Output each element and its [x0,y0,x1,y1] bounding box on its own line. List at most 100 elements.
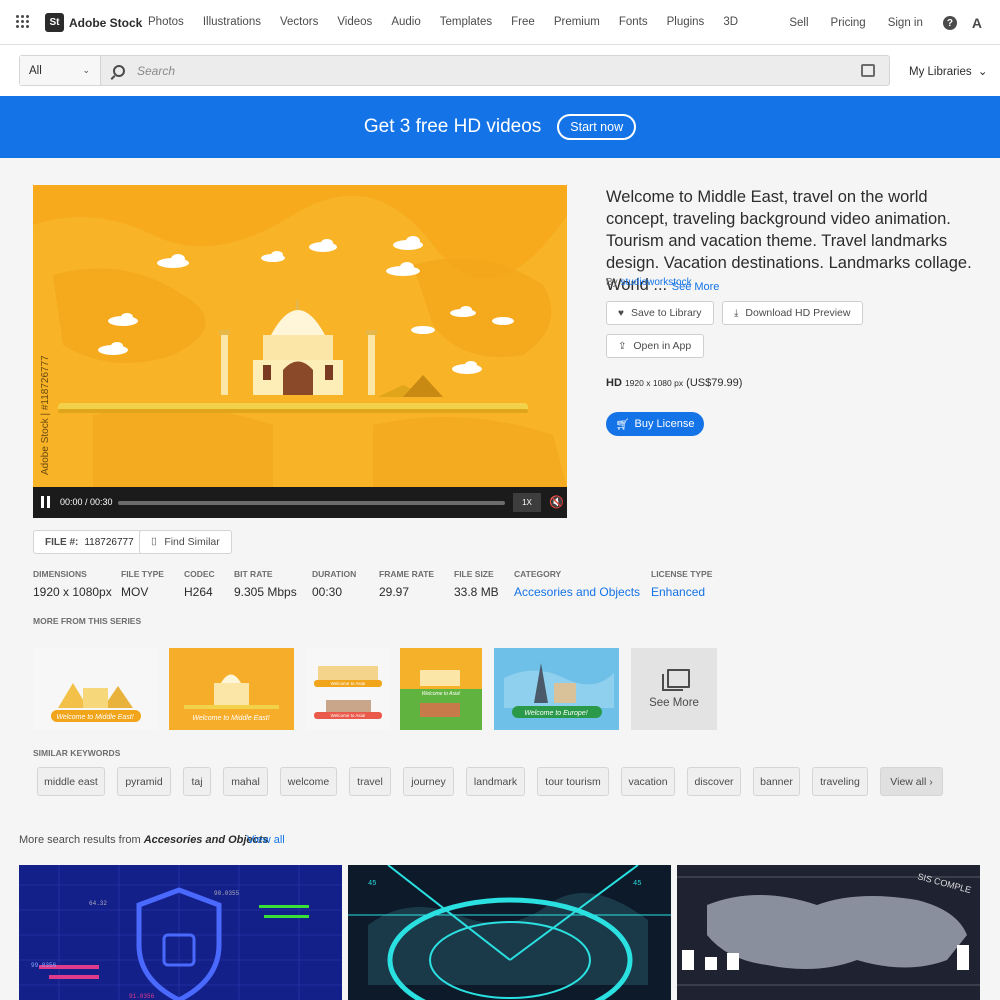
thumb-caption: Welcome to Asia! [422,691,461,697]
series-thumb[interactable]: Welcome to Asia! Welcome to Asia! [306,648,389,730]
visual-search-icon[interactable] [861,64,875,77]
by-label: By [606,277,618,288]
search-input[interactable]: Search [101,56,889,85]
category-link[interactable]: Accesories and Objects [514,585,640,599]
nav-link-videos[interactable]: Videos [337,16,372,28]
search-icon [113,64,125,77]
heart-icon: ♥ [618,307,624,319]
keyword-chip[interactable]: traveling [812,767,868,796]
keyword-chip[interactable]: pyramid [117,767,171,796]
meta-key: FRAME RATE [379,569,435,579]
meta-value: H264 [184,585,213,599]
meta-value: 29.97 [379,585,410,599]
meta-key: FILE TYPE [121,569,164,579]
video-time: 00:00 / 00:30 [60,497,113,507]
pricing-link[interactable]: Pricing [831,17,866,29]
author-link[interactable]: studioworkstock [620,277,691,288]
stack-icon [662,669,690,691]
meta-category: CATEGORY Accesories and Objects [514,569,640,599]
series-label: MORE FROM THIS SERIES [33,616,142,626]
nav-right: Sell Pricing Sign in ? A [767,15,982,31]
result-thumb[interactable]: SIS COMPLE [677,865,980,1000]
keyword-chip[interactable]: landmark [466,767,525,796]
open-in-app-label: Open in App [633,340,692,352]
adobe-logo-icon[interactable]: A [972,15,982,31]
cart-icon: 🛒︎ [615,418,630,431]
meta-key: CATEGORY [514,569,562,579]
meta-key: BIT RATE [234,569,273,579]
nav-link-photos[interactable]: Photos [148,16,184,28]
meta-value: 00:30 [312,585,343,599]
video-progress-bar[interactable] [118,501,505,505]
download-icon: ⤓ [734,307,739,319]
keyword-chip[interactable]: middle east [37,767,105,796]
adobe-stock-logo[interactable]: St Adobe Stock [45,13,142,32]
result-thumb[interactable]: 45 45 [348,865,671,1000]
nav-link-audio[interactable]: Audio [391,16,420,28]
keyword-chip[interactable]: travel [349,767,391,796]
search-box: All ⌄ Search [19,55,890,86]
open-in-app-button[interactable]: ⇪ Open in App [606,334,704,358]
meta-bit-rate: BIT RATE 9.305 Mbps [234,569,297,599]
my-libraries-label: My Libraries [909,66,972,78]
mute-icon[interactable]: 🔇 [549,495,564,509]
save-to-library-button[interactable]: ♥ Save to Library [606,301,714,325]
hd-price: (US$79.99) [686,377,743,389]
nav-link-illustrations[interactable]: Illustrations [203,16,261,28]
keyword-chip[interactable]: mahal [223,767,268,796]
result-thumb[interactable]: 64.32 90.0355 99.0356 91.0356 [19,865,342,1000]
result-thumb-label: 45 [368,880,376,888]
more-results-view-all-link[interactable]: View all [247,834,285,846]
video-player[interactable]: Adobe Stock | #118726777 [33,185,567,487]
thumb-caption: Welcome to Asia! [331,713,366,718]
nav-link-premium[interactable]: Premium [554,16,600,28]
download-preview-button[interactable]: ⤓ Download HD Preview [722,301,863,325]
result-thumb-label: 90.0355 [214,890,240,897]
sign-in-link[interactable]: Sign in [888,17,923,29]
main-nav-links: Photos Illustrations Vectors Videos Audi… [148,16,757,28]
series-thumb[interactable]: Welcome to Middle East! [33,648,158,730]
keyword-chip[interactable]: welcome [280,767,337,796]
banner-text: Get 3 free HD videos [363,116,542,137]
start-now-button[interactable]: Start now [557,114,637,140]
meta-file-size: FILE SIZE 33.8 MB [454,569,499,599]
keywords-view-all-button[interactable]: View all › [880,767,943,796]
result-thumb-label: 45 [633,880,641,888]
chevron-down-icon: ⌄ [82,65,90,75]
series-thumb[interactable]: Welcome to Middle East! [169,648,294,730]
meta-license-type: LICENSE TYPE Enhanced [651,569,712,599]
keywords-label: SIMILAR KEYWORDS [33,748,121,758]
meta-value: 33.8 MB [454,585,499,599]
nav-link-3d[interactable]: 3D [723,16,738,28]
keyword-chip[interactable]: vacation [621,767,675,796]
thumb-caption: Welcome to Asia! [331,681,366,686]
nav-link-free[interactable]: Free [511,16,535,28]
result-thumb-label: 64.32 [89,900,107,907]
logo-text: Adobe Stock [69,15,143,30]
playback-speed-button[interactable]: 1X [513,493,541,512]
my-libraries-menu[interactable]: My Libraries ⌄ [909,64,987,78]
sell-link[interactable]: Sell [789,17,808,29]
series-see-more-tile[interactable]: See More [631,648,717,730]
meta-key: DIMENSIONS [33,569,87,579]
keyword-chip[interactable]: taj [183,767,211,796]
keyword-chip[interactable]: banner [753,767,800,796]
series-thumb[interactable]: Welcome to Asia! [400,648,482,730]
keyword-chip[interactable]: tour tourism [537,767,609,796]
nav-link-vectors[interactable]: Vectors [280,16,318,28]
buy-license-button[interactable]: 🛒︎ Buy License [606,412,704,436]
meta-value: MOV [121,585,149,599]
nav-link-templates[interactable]: Templates [440,16,492,28]
keyword-chip[interactable]: discover [687,767,741,796]
series-thumb[interactable]: Welcome to Europe! [494,648,619,730]
pause-icon[interactable] [41,496,51,508]
find-similar-button[interactable]: ⌷ Find Similar [139,530,232,554]
category-select[interactable]: All ⌄ [20,56,101,85]
nav-link-plugins[interactable]: Plugins [667,16,705,28]
hd-label: HD [606,377,622,389]
keyword-chip[interactable]: journey [403,767,454,796]
nav-link-fonts[interactable]: Fonts [619,16,648,28]
help-icon[interactable]: ? [942,16,957,30]
app-switcher-icon[interactable] [16,15,30,29]
license-type-link[interactable]: Enhanced [651,585,712,599]
